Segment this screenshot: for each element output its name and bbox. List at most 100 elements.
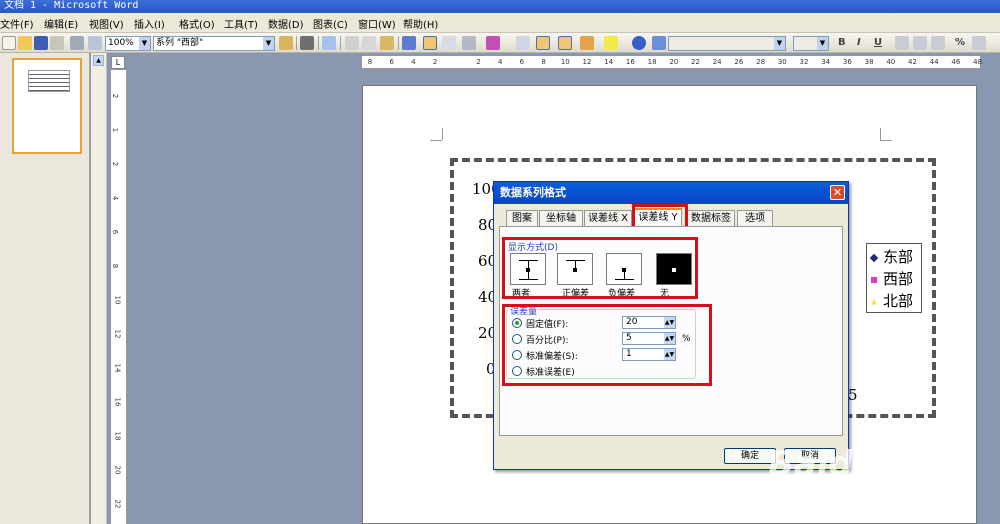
legend-marker-triangle bbox=[871, 298, 877, 305]
fill-color-icon[interactable] bbox=[604, 36, 618, 50]
copy-icon[interactable] bbox=[362, 36, 376, 50]
category-gridlines-icon[interactable] bbox=[536, 36, 550, 50]
by-row-icon[interactable] bbox=[423, 36, 437, 50]
font-size-select[interactable]: ▼ bbox=[793, 36, 829, 51]
drawing-icon[interactable] bbox=[580, 36, 594, 50]
ruler-tick-label: 34 bbox=[821, 58, 831, 66]
tab-patterns[interactable]: 图案 bbox=[506, 210, 538, 226]
scroll-up-icon[interactable]: ▲ bbox=[93, 55, 104, 66]
format-selection-icon[interactable] bbox=[279, 36, 293, 50]
menu-chart[interactable]: 图表(C) bbox=[313, 16, 348, 31]
underline-button[interactable]: U bbox=[874, 37, 882, 48]
thumbnail-chart-preview bbox=[28, 70, 70, 92]
ruler-tick-label: 8 bbox=[111, 263, 120, 269]
ruler-tick-label: 14 bbox=[113, 363, 122, 373]
menu-window[interactable]: 窗口(W) bbox=[358, 16, 396, 31]
ruler-tick-label: 20 bbox=[113, 465, 122, 475]
italic-button[interactable]: I bbox=[857, 37, 861, 48]
ruler-tick-label: 22 bbox=[691, 58, 700, 66]
menu-view[interactable]: 视图(V) bbox=[89, 16, 124, 31]
toolbar: 100% ▼ 系列 "西部" ▼ ▼ ▼ B I U % bbox=[0, 33, 1000, 53]
menu-file[interactable]: 文件(F) bbox=[0, 16, 34, 31]
close-icon[interactable]: ✕ bbox=[830, 185, 845, 200]
menu-insert[interactable]: 插入(I) bbox=[134, 16, 165, 31]
value-gridlines-icon[interactable] bbox=[516, 36, 530, 50]
ruler-tick-label: 48 bbox=[973, 58, 983, 66]
bold-button[interactable]: B bbox=[838, 37, 846, 48]
tab-stop-selector[interactable]: L bbox=[111, 56, 125, 69]
help-icon[interactable] bbox=[632, 36, 646, 50]
legend-entry-west: 西部 bbox=[871, 268, 913, 289]
legend-marker-diamond bbox=[869, 253, 879, 262]
chart-object-select[interactable]: 系列 "西部" ▼ bbox=[153, 36, 275, 51]
menu-data[interactable]: 数据(D) bbox=[268, 16, 304, 31]
toolbar-options-icon[interactable] bbox=[652, 36, 666, 50]
print-preview-icon[interactable] bbox=[88, 36, 102, 50]
ruler-tick-label: 24 bbox=[712, 58, 722, 66]
vertical-scrollbar[interactable]: ▲ bbox=[91, 53, 107, 524]
ruler-tick-label: 22 bbox=[113, 499, 122, 509]
print-icon[interactable] bbox=[70, 36, 84, 50]
crop-mark bbox=[430, 140, 442, 141]
highlight-box-amount bbox=[502, 304, 712, 386]
crop-mark bbox=[442, 128, 443, 140]
horizontal-ruler[interactable]: 8 6 4 2 2 4 6 8 10 12 14 16 18 20 22 24 26 28 30 32 34 36 38 40… bbox=[362, 56, 982, 69]
ruler-tick-label: 4 bbox=[411, 58, 416, 66]
tab-axis[interactable]: 坐标轴 bbox=[539, 210, 583, 226]
menu-format[interactable]: 格式(O) bbox=[179, 16, 215, 31]
ruler-tick-label: 12 bbox=[113, 329, 122, 339]
toolbar-separator bbox=[398, 36, 399, 50]
page-thumbnail[interactable] bbox=[12, 58, 82, 154]
crop-mark bbox=[880, 140, 892, 141]
by-column-icon[interactable] bbox=[442, 36, 456, 50]
legend-marker-square bbox=[871, 276, 877, 283]
ruler-tick-label: 30 bbox=[777, 58, 787, 66]
tab-options[interactable]: 选项 bbox=[737, 210, 773, 226]
ruler-tick-label: 16 bbox=[625, 58, 635, 66]
percent-style-button[interactable]: % bbox=[955, 37, 965, 48]
ruler-tick-label: 2 bbox=[111, 161, 120, 167]
chart-type-icon[interactable] bbox=[486, 36, 500, 50]
new-document-icon[interactable] bbox=[2, 36, 16, 50]
x-axis-tick: 5 bbox=[848, 386, 858, 404]
vertical-ruler[interactable]: 2 1 2 4 6 8 10 12 14 16 18 20 22 bbox=[111, 70, 127, 524]
open-folder-icon[interactable] bbox=[18, 36, 32, 50]
align-center-icon[interactable] bbox=[913, 36, 927, 50]
cut-icon[interactable] bbox=[345, 36, 359, 50]
chevron-down-icon: ▼ bbox=[139, 37, 150, 50]
chevron-down-icon: ▼ bbox=[263, 37, 274, 50]
comma-style-icon[interactable] bbox=[972, 36, 986, 50]
ruler-tick-label: 10 bbox=[113, 295, 122, 305]
window-title: 文档 1 - Microsoft Word bbox=[0, 0, 1000, 13]
menu-bar: 文件(F) 编辑(E) 视图(V) 插入(I) 格式(O) 工具(T) 数据(D… bbox=[0, 13, 1000, 33]
menu-edit[interactable]: 编辑(E) bbox=[44, 16, 78, 31]
permission-icon[interactable] bbox=[50, 36, 64, 50]
toolbar-separator bbox=[318, 36, 319, 50]
zoom-select[interactable]: 100% ▼ bbox=[105, 36, 151, 51]
ruler-tick-label: 26 bbox=[734, 58, 744, 66]
ruler-tick-label: 40 bbox=[886, 58, 896, 66]
legend-icon[interactable] bbox=[558, 36, 572, 50]
menu-tools[interactable]: 工具(T) bbox=[224, 16, 258, 31]
ruler-tick-label: 18 bbox=[113, 431, 122, 441]
align-right-icon[interactable] bbox=[931, 36, 945, 50]
ruler-tick-label: 38 bbox=[864, 58, 874, 66]
legend-entry-north: 北部 bbox=[871, 290, 913, 311]
tab-error-bars-x[interactable]: 误差线 X bbox=[584, 210, 632, 226]
ruler-tick-label: 2 bbox=[111, 93, 120, 99]
chart-legend[interactable]: 东部 西部 北部 bbox=[866, 243, 922, 313]
import-file-icon[interactable] bbox=[300, 36, 314, 50]
menu-help[interactable]: 帮助(H) bbox=[403, 16, 438, 31]
data-table-icon[interactable] bbox=[462, 36, 476, 50]
align-left-icon[interactable] bbox=[895, 36, 909, 50]
tab-data-labels[interactable]: 数据标签 bbox=[687, 210, 735, 226]
datasheet-icon[interactable] bbox=[322, 36, 336, 50]
ruler-tick-label: 14 bbox=[604, 58, 614, 66]
ruler-tick-label: 10 bbox=[560, 58, 570, 66]
highlight-box-display bbox=[502, 237, 698, 299]
save-icon[interactable] bbox=[34, 36, 48, 50]
paste-icon[interactable] bbox=[380, 36, 394, 50]
undo-icon[interactable] bbox=[402, 36, 416, 50]
ruler-tick-label: 20 bbox=[669, 58, 679, 66]
font-select[interactable]: ▼ bbox=[668, 36, 786, 51]
